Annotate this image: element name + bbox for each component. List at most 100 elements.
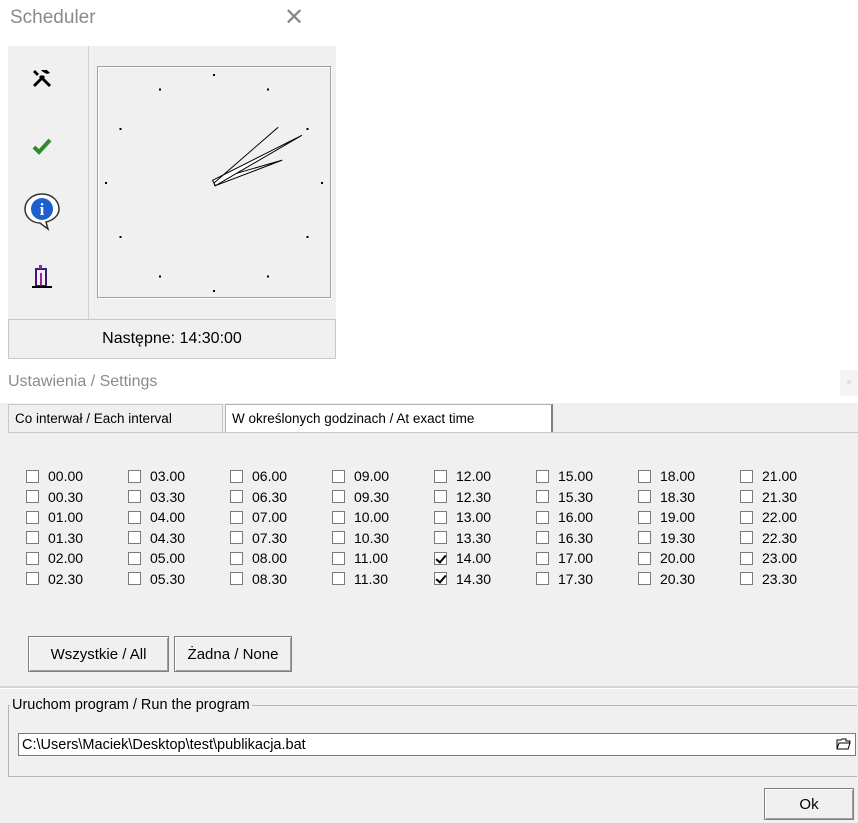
time-option-02-00[interactable]: 02.00	[26, 548, 83, 568]
checkbox[interactable]	[332, 572, 345, 585]
checkbox[interactable]	[230, 469, 243, 483]
time-option-11-00[interactable]: 11.00	[332, 548, 388, 568]
time-option-10-00[interactable]: 10.00	[332, 507, 389, 527]
checkbox[interactable]	[740, 531, 753, 544]
checkbox[interactable]	[638, 551, 651, 565]
checkbox[interactable]	[26, 469, 39, 483]
time-option-08-00[interactable]: 08.00	[230, 548, 287, 568]
time-option-03-30[interactable]: 03.30	[128, 487, 185, 507]
ok-button[interactable]: Ok	[764, 788, 854, 820]
time-option-23-00[interactable]: 23.00	[740, 548, 797, 568]
time-option-14-30[interactable]: 14.30	[434, 569, 491, 589]
checkbox[interactable]	[536, 551, 549, 565]
time-option-13-00[interactable]: 13.00	[434, 507, 491, 527]
checkbox[interactable]	[230, 510, 243, 524]
time-option-07-30[interactable]: 07.30	[230, 528, 287, 548]
time-option-07-00[interactable]: 07.00	[230, 507, 287, 527]
time-option-00-30[interactable]: 00.30	[26, 487, 83, 507]
checkbox[interactable]	[128, 510, 141, 524]
checkbox[interactable]	[638, 469, 651, 483]
checkbox[interactable]	[128, 531, 141, 544]
time-option-16-00[interactable]: 16.00	[536, 507, 593, 527]
checkbox[interactable]	[536, 490, 549, 503]
checkbox[interactable]	[740, 490, 753, 503]
time-option-05-00[interactable]: 05.00	[128, 548, 185, 568]
time-option-18-00[interactable]: 18.00	[638, 466, 695, 486]
checkbox[interactable]	[638, 510, 651, 524]
time-option-00-00[interactable]: 00.00	[26, 466, 83, 486]
checkbox[interactable]	[26, 490, 39, 503]
checkbox[interactable]	[434, 510, 447, 524]
time-option-03-00[interactable]: 03.00	[128, 466, 185, 486]
time-option-09-00[interactable]: 09.00	[332, 466, 389, 486]
checkmark-icon[interactable]	[22, 126, 62, 166]
checkbox[interactable]	[434, 531, 447, 544]
time-option-12-30[interactable]: 12.30	[434, 487, 491, 507]
checkbox[interactable]	[332, 469, 345, 483]
time-option-08-30[interactable]: 08.30	[230, 569, 287, 589]
time-option-22-00[interactable]: 22.00	[740, 507, 797, 527]
time-option-19-30[interactable]: 19.30	[638, 528, 695, 548]
time-option-15-30[interactable]: 15.30	[536, 487, 593, 507]
select-none-button[interactable]: Żadna / None	[174, 636, 292, 672]
checkbox[interactable]	[434, 551, 447, 565]
checkbox[interactable]	[332, 551, 345, 565]
time-option-09-30[interactable]: 09.30	[332, 487, 389, 507]
time-option-11-30[interactable]: 11.30	[332, 569, 388, 589]
checkbox[interactable]	[638, 572, 651, 585]
checkbox[interactable]	[434, 572, 447, 585]
checkbox[interactable]	[26, 510, 39, 524]
time-option-10-30[interactable]: 10.30	[332, 528, 389, 548]
info-icon[interactable]: i	[22, 191, 62, 231]
time-option-06-30[interactable]: 06.30	[230, 487, 287, 507]
time-option-14-00[interactable]: 14.00	[434, 548, 491, 568]
time-option-17-00[interactable]: 17.00	[536, 548, 593, 568]
time-option-23-30[interactable]: 23.30	[740, 569, 797, 589]
checkbox[interactable]	[536, 572, 549, 585]
close-icon[interactable]: ✕	[284, 6, 304, 30]
time-option-13-30[interactable]: 13.30	[434, 528, 491, 548]
checkbox[interactable]	[638, 531, 651, 544]
time-option-20-30[interactable]: 20.30	[638, 569, 695, 589]
time-option-06-00[interactable]: 06.00	[230, 466, 287, 486]
checkbox[interactable]	[740, 469, 753, 483]
checkbox[interactable]	[332, 531, 345, 544]
checkbox[interactable]	[128, 469, 141, 483]
checkbox[interactable]	[434, 490, 447, 503]
time-option-01-30[interactable]: 01.30	[26, 528, 83, 548]
time-option-21-30[interactable]: 21.30	[740, 487, 797, 507]
checkbox[interactable]	[230, 490, 243, 503]
checkbox[interactable]	[26, 551, 39, 565]
time-option-01-00[interactable]: 01.00	[26, 507, 83, 527]
checkbox[interactable]	[230, 572, 243, 585]
checkbox[interactable]	[536, 510, 549, 524]
checkbox[interactable]	[536, 531, 549, 544]
settings-tools-icon[interactable]	[22, 58, 62, 98]
checkbox[interactable]	[638, 490, 651, 503]
checkbox[interactable]	[128, 572, 141, 585]
time-option-04-30[interactable]: 04.30	[128, 528, 185, 548]
checkbox[interactable]	[434, 469, 447, 483]
checkbox[interactable]	[128, 490, 141, 503]
time-option-16-30[interactable]: 16.30	[536, 528, 593, 548]
time-option-22-30[interactable]: 22.30	[740, 528, 797, 548]
checkbox[interactable]	[230, 551, 243, 565]
checkbox[interactable]	[536, 469, 549, 483]
time-option-19-00[interactable]: 19.00	[638, 507, 695, 527]
time-option-18-30[interactable]: 18.30	[638, 487, 695, 507]
select-all-button[interactable]: Wszystkie / All	[28, 636, 169, 672]
checkbox[interactable]	[332, 490, 345, 503]
time-option-04-00[interactable]: 04.00	[128, 507, 185, 527]
checkbox[interactable]	[740, 510, 753, 524]
checkbox[interactable]	[128, 551, 141, 565]
time-option-17-30[interactable]: 17.30	[536, 569, 593, 589]
time-option-05-30[interactable]: 05.30	[128, 569, 185, 589]
time-option-02-30[interactable]: 02.30	[26, 569, 83, 589]
checkbox[interactable]	[230, 531, 243, 544]
checkbox[interactable]	[332, 510, 345, 524]
exit-door-icon[interactable]	[22, 256, 62, 296]
open-folder-icon[interactable]	[836, 737, 851, 753]
time-option-21-00[interactable]: 21.00	[740, 466, 797, 486]
checkbox[interactable]	[740, 551, 753, 565]
checkbox[interactable]	[740, 572, 753, 585]
